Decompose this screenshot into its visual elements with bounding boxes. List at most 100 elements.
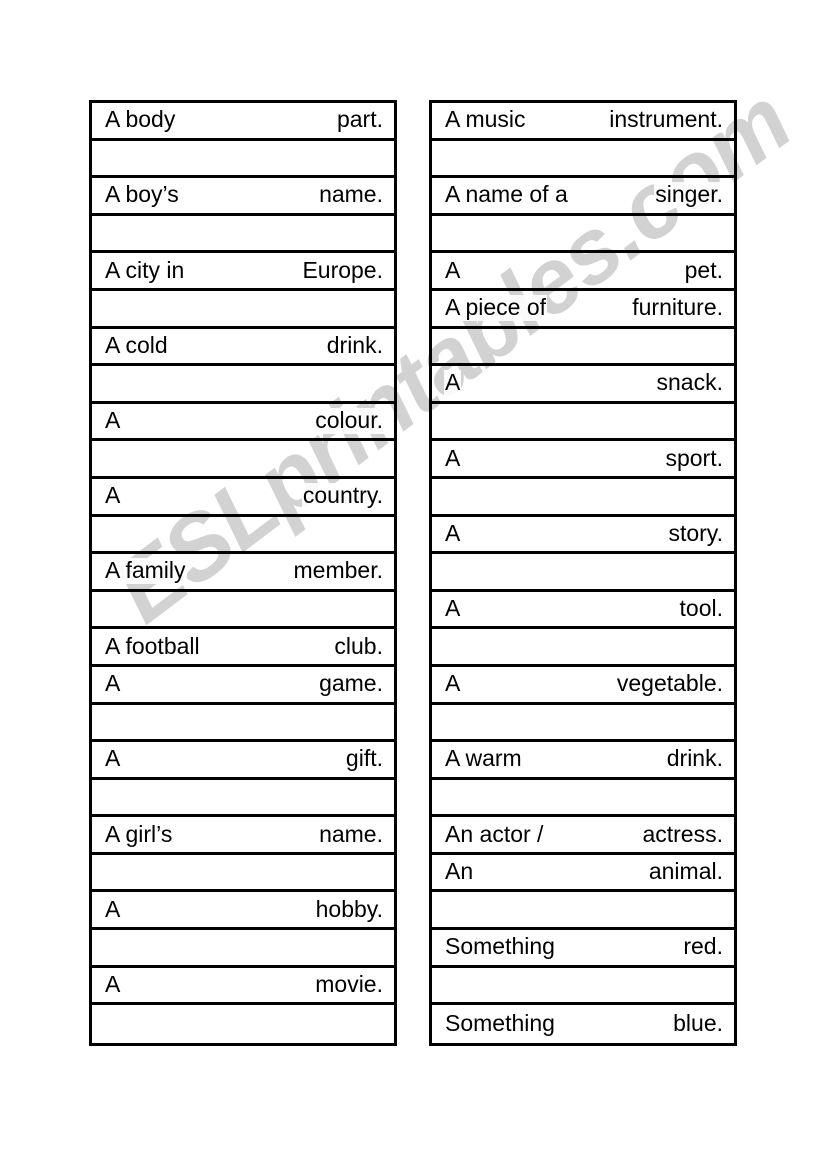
answer-row[interactable] [92, 705, 394, 743]
prompt-tail-text: instrument. [608, 106, 724, 134]
prompt-tail-text: singer. [654, 181, 724, 209]
answer-row[interactable] [432, 968, 734, 1006]
prompt-row[interactable]: Agift. [92, 742, 394, 780]
prompt-row[interactable]: Something blue. [432, 1005, 734, 1043]
prompt-tail-text: gift. [344, 745, 384, 773]
answer-row[interactable] [92, 930, 394, 968]
prompt-tail-text: blue. [672, 1010, 724, 1038]
prompt-lead-text: A [444, 369, 462, 397]
prompt-lead-text: A girl’s [104, 820, 174, 848]
prompt-row[interactable]: A city in Europe. [92, 253, 394, 291]
prompt-lead-text: A warm [444, 745, 523, 773]
answer-row[interactable] [92, 780, 394, 818]
prompt-lead-text: A football [104, 632, 201, 660]
prompt-row[interactable]: An actor / actress. [432, 817, 734, 855]
prompt-tail-text: part. [335, 106, 384, 134]
prompt-tail-text: movie. [314, 970, 384, 998]
answer-row[interactable] [92, 1005, 394, 1043]
answer-row[interactable] [92, 592, 394, 630]
prompt-tail-text: Europe. [301, 256, 384, 284]
answer-row[interactable] [432, 780, 734, 818]
prompt-row[interactable]: A body part. [92, 103, 394, 141]
prompt-tail-text: drink. [665, 745, 724, 773]
answer-row[interactable] [92, 216, 394, 254]
prompt-tail-text: game. [318, 670, 384, 698]
answer-row[interactable] [432, 141, 734, 179]
right-prompt-table: A music instrument. A name of a singer. Apet… [429, 100, 737, 1046]
prompt-lead-text: A [104, 970, 122, 998]
prompt-tail-text: story. [667, 519, 724, 547]
prompt-lead-text: A music [444, 106, 527, 134]
prompt-row[interactable]: Apet. [432, 253, 734, 291]
answer-row[interactable] [92, 366, 394, 404]
answer-row[interactable] [432, 216, 734, 254]
answer-row[interactable] [432, 892, 734, 931]
prompt-lead-text: A [444, 670, 462, 698]
prompt-tail-text: red. [682, 933, 724, 961]
prompt-row[interactable]: Acountry. [92, 479, 394, 517]
prompt-row[interactable]: A family member. [92, 554, 394, 592]
answer-row[interactable] [432, 705, 734, 743]
prompt-columns: A body part. A boy’s name. A city in Europe. A… [0, 0, 821, 1169]
prompt-row[interactable]: An animal. [432, 855, 734, 893]
prompt-row[interactable]: Asnack. [432, 366, 734, 404]
prompt-lead-text: A [104, 482, 122, 510]
prompt-lead-text: A [104, 895, 122, 923]
answer-row[interactable] [432, 479, 734, 517]
prompt-lead-text: A name of a [444, 181, 569, 209]
prompt-row[interactable]: A name of a singer. [432, 178, 734, 216]
prompt-row[interactable]: Agame. [92, 667, 394, 705]
prompt-lead-text: Something [444, 1010, 556, 1038]
prompt-lead-text: An actor / [444, 820, 545, 848]
prompt-tail-text: club. [333, 632, 384, 660]
prompt-lead-text: A [444, 256, 462, 284]
prompt-row[interactable]: A football club. [92, 629, 394, 667]
prompt-row[interactable]: A warm drink. [432, 742, 734, 780]
prompt-row[interactable]: Ahobby. [92, 892, 394, 931]
prompt-row[interactable]: Avegetable. [432, 667, 734, 705]
prompt-row[interactable]: A cold drink. [92, 329, 394, 367]
answer-row[interactable] [432, 554, 734, 592]
prompt-lead-text: A boy’s [104, 181, 180, 209]
prompt-lead-text: A piece of [444, 294, 548, 322]
prompt-row[interactable]: A music instrument. [432, 103, 734, 141]
answer-row[interactable] [92, 291, 394, 329]
prompt-tail-text: hobby. [314, 895, 384, 923]
prompt-tail-text: name. [318, 181, 384, 209]
answer-row[interactable] [92, 141, 394, 179]
answer-row[interactable] [432, 329, 734, 367]
prompt-tail-text: vegetable. [615, 670, 724, 698]
prompt-lead-text: A cold [104, 331, 169, 359]
answer-row[interactable] [92, 441, 394, 479]
answer-row[interactable] [92, 855, 394, 893]
prompt-row[interactable]: Asport. [432, 441, 734, 479]
prompt-tail-text: name. [318, 820, 384, 848]
prompt-lead-text: A [444, 595, 462, 623]
prompt-tail-text: animal. [647, 858, 724, 886]
prompt-lead-text: Something [444, 933, 556, 961]
prompt-lead-text: A [104, 407, 122, 435]
prompt-row[interactable]: Astory. [432, 517, 734, 555]
left-prompt-table: A body part. A boy’s name. A city in Europe. A… [89, 100, 397, 1046]
answer-row[interactable] [432, 404, 734, 442]
prompt-tail-text: tool. [678, 595, 724, 623]
prompt-lead-text: A [104, 670, 122, 698]
answer-row[interactable] [432, 629, 734, 667]
prompt-tail-text: sport. [664, 444, 724, 472]
prompt-lead-text: A family [104, 557, 187, 585]
prompt-row[interactable]: A piece of furniture. [432, 291, 734, 329]
prompt-row[interactable]: Atool. [432, 592, 734, 630]
prompt-row[interactable]: A girl’s name. [92, 817, 394, 855]
prompt-row[interactable]: Something red. [432, 930, 734, 968]
answer-row[interactable] [92, 517, 394, 555]
prompt-row[interactable]: A boy’s name. [92, 178, 394, 216]
prompt-lead-text: A [444, 519, 462, 547]
prompt-row[interactable]: Acolour. [92, 404, 394, 442]
prompt-tail-text: pet. [683, 256, 724, 284]
prompt-lead-text: An [444, 858, 475, 886]
prompt-lead-text: A city in [104, 256, 186, 284]
prompt-tail-text: country. [301, 482, 384, 510]
prompt-lead-text: A [444, 444, 462, 472]
prompt-row[interactable]: Amovie. [92, 968, 394, 1006]
prompt-tail-text: furniture. [631, 294, 724, 322]
